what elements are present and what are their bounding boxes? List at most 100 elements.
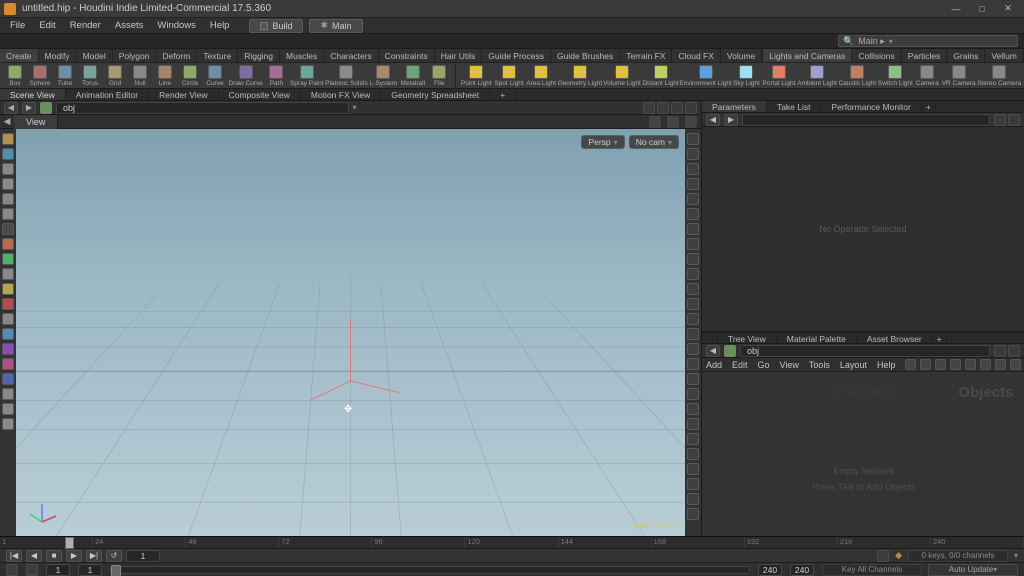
shelf-tab[interactable]: Constraints [379,49,435,62]
viewport-tool-button[interactable] [2,178,14,190]
net-menu-edit[interactable]: Edit [732,360,748,370]
shelf-tab[interactable]: Particles [902,49,948,62]
viewport-display-button[interactable] [687,313,699,325]
param-back-button[interactable]: ◀ [706,114,720,126]
shelf-tab[interactable]: Create [0,49,39,62]
net-menu-view[interactable]: View [780,360,799,370]
pane-tab[interactable]: Scene View [0,89,66,100]
net-menu-tools[interactable]: Tools [809,360,830,370]
path-fwd-button[interactable]: ▶ [22,102,36,114]
pane-tab[interactable]: Render View [149,89,219,100]
shelf-tool[interactable]: Torus [79,65,101,87]
viewport-display-button[interactable] [687,493,699,505]
chevron-down-icon[interactable]: ▾ [353,103,357,112]
viewport-display-button[interactable] [687,268,699,280]
path-back-button[interactable]: ◀ [4,102,18,114]
shelf-tool[interactable]: File [428,65,450,87]
shelf-tool[interactable]: VR Camera [942,65,975,87]
viewport-tool-button[interactable] [2,208,14,220]
shelf-tool[interactable]: Line [154,65,176,87]
minimize-button[interactable]: — [944,2,968,16]
viewport-display-button[interactable] [687,148,699,160]
shelf-tool[interactable]: Portal Light [763,65,795,87]
chevron-down-icon[interactable]: ▾ [1014,551,1018,560]
pane-tab[interactable]: Motion FX View [301,89,381,100]
shelf-tab[interactable]: Vellum [985,49,1024,62]
viewport-tool-button[interactable] [2,163,14,175]
shelf-tool[interactable]: Switch Light [878,65,912,87]
shelf-tool[interactable]: Metaball [400,65,425,87]
viewport-display-button[interactable] [687,418,699,430]
network-path-field[interactable]: obj [740,345,990,357]
shelf-tool[interactable]: Ambient Light [798,65,836,87]
desktop-build-button[interactable]: Build [249,19,303,33]
shelf-tab[interactable]: Model [77,49,113,62]
net-menu-help[interactable]: Help [877,360,896,370]
viewport-tool-button[interactable] [2,133,14,145]
realtime-toggle[interactable] [877,550,889,562]
no-cam-button[interactable]: No cam▾ [629,135,679,149]
viewport-display-button[interactable] [687,178,699,190]
snap-icon[interactable] [649,116,661,128]
loop-button[interactable]: ↺ [106,550,122,562]
menu-render[interactable]: Render [64,18,107,33]
net-back-button[interactable]: ◀ [706,345,720,357]
viewport-display-button[interactable] [687,388,699,400]
viewport-display-button[interactable] [687,403,699,415]
global-end-field[interactable]: 240 [790,564,814,576]
pane-tab[interactable]: Composite View [219,89,301,100]
shelf-tab[interactable]: Collisions [852,49,901,62]
net-tool-icon[interactable] [950,359,961,370]
shelf-tool[interactable]: Box [4,65,26,87]
shelf-tool[interactable]: Sky Light [733,65,760,87]
range-start-field[interactable]: 1 [78,564,102,576]
net-tool-icon[interactable] [965,359,976,370]
viewport-display-button[interactable] [687,238,699,250]
menu-windows[interactable]: Windows [151,18,202,33]
shelf-tool[interactable]: Volume Light [604,65,640,87]
net-tool-icon[interactable] [980,359,991,370]
current-frame-field[interactable]: 1 [126,550,160,562]
pane-tab[interactable]: Animation Editor [66,89,149,100]
viewport-tool-button[interactable] [2,313,14,325]
shelf-tab[interactable]: Terrain FX [620,49,672,62]
shelf-tool[interactable]: Sphere [29,65,51,87]
shelf-tool[interactable]: Camera [915,65,939,87]
menu-assets[interactable]: Assets [109,18,150,33]
tab-add-button[interactable]: + [922,101,936,112]
viewport-tool-button[interactable] [2,388,14,400]
viewport-tool-button[interactable] [2,148,14,160]
viewport-tool-button[interactable] [2,283,14,295]
shelf-tool[interactable]: Stereo Camera [978,65,1020,87]
net-menu-go[interactable]: Go [758,360,770,370]
tab-material-palette[interactable]: Material Palette [777,333,857,343]
shelf-tab[interactable]: Guide Process [482,49,551,62]
net-tool-icon[interactable] [920,359,931,370]
playhead-marker[interactable] [65,537,74,549]
viewport-tool-button[interactable] [2,373,14,385]
shelf-tool[interactable]: Geometry Light [559,65,601,87]
viewport-tool-button[interactable] [2,193,14,205]
shelf-tab[interactable]: Deform [156,49,197,62]
tab-tree-view[interactable]: Tree View [718,333,777,343]
shelf-tab[interactable]: Lights and Cameras [763,49,852,62]
viewport-display-button[interactable] [687,448,699,460]
viewport-tool-button[interactable] [2,268,14,280]
viewport-display-button[interactable] [687,223,699,235]
viewport-tool-button[interactable] [2,238,14,250]
viewport-display-button[interactable] [687,478,699,490]
tab-parameters[interactable]: Parameters [702,101,767,112]
net-tool-icon[interactable] [995,359,1006,370]
shelf-tab[interactable]: Guide Brushes [551,49,620,62]
net-menu-add[interactable]: Add [706,360,722,370]
viewport-tool-button[interactable] [2,418,14,430]
shelf-tool[interactable]: Environment Light [681,65,730,87]
shelf-tool[interactable]: Area Light [527,65,556,87]
net-tool-icon[interactable] [905,359,916,370]
shelf-tool[interactable]: Caustic Light [839,65,875,87]
tab-perf-mon[interactable]: Performance Monitor [821,101,921,112]
range-slider-thumb[interactable] [111,565,121,576]
shelf-tab[interactable]: Grains [947,49,985,62]
auto-update-button[interactable]: Auto Update ▾ [928,564,1018,576]
viewport-display-button[interactable] [687,253,699,265]
